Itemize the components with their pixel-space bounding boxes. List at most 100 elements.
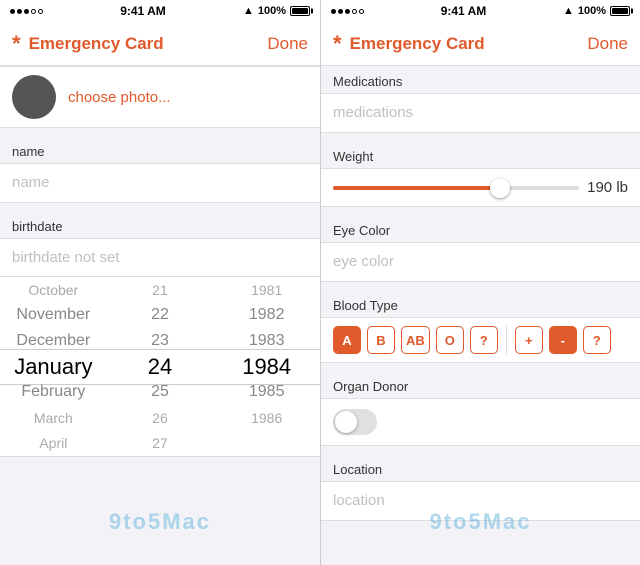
day-24: 24 xyxy=(107,354,214,380)
year-1981: 1981 xyxy=(213,277,320,303)
eye-color-label: Eye Color xyxy=(321,215,640,242)
weight-slider-row[interactable]: 190 lb xyxy=(321,168,640,207)
bt-divider xyxy=(506,326,507,354)
r-spacer-2 xyxy=(321,207,640,215)
name-section-label: name xyxy=(0,136,320,163)
date-picker[interactable]: October November December January Februa… xyxy=(0,277,320,457)
year-1983: 1983 xyxy=(213,328,320,354)
year-picker-col[interactable]: 1981 1982 1983 1984 1985 1986 xyxy=(213,277,320,456)
r-dot-2 xyxy=(338,9,343,14)
dot-1 xyxy=(10,9,15,14)
right-battery-pct: 100% xyxy=(578,5,606,17)
weight-label: Weight xyxy=(321,141,640,168)
r-spacer-5 xyxy=(321,446,640,454)
location-input-cell[interactable] xyxy=(321,481,640,521)
name-input-cell[interactable] xyxy=(0,163,320,203)
day-23: 23 xyxy=(107,328,214,354)
right-wifi-icon: ▲ xyxy=(563,5,574,17)
weight-value: 190 lb xyxy=(587,179,628,196)
right-status-bar: 9:41 AM ▲ 100% xyxy=(321,0,640,22)
organ-donor-toggle[interactable] xyxy=(333,409,377,435)
location-input[interactable] xyxy=(333,492,628,509)
medications-input[interactable] xyxy=(333,104,628,121)
r-spacer-3 xyxy=(321,282,640,290)
bt-A[interactable]: A xyxy=(333,326,361,354)
bt-B[interactable]: B xyxy=(367,326,395,354)
right-done-button[interactable]: Done xyxy=(587,34,628,54)
eye-color-input[interactable] xyxy=(333,253,628,270)
left-header-title: Emergency Card xyxy=(29,34,268,54)
r-dot-4 xyxy=(352,9,357,14)
toggle-knob xyxy=(335,411,357,433)
dot-4 xyxy=(31,9,36,14)
month-jan: January xyxy=(0,354,107,380)
weight-slider-fill xyxy=(333,186,500,190)
left-status-bar: 9:41 AM ▲ 100% xyxy=(0,0,320,22)
weight-unit: lb xyxy=(616,179,628,196)
bt-AB[interactable]: AB xyxy=(401,326,430,354)
right-time: 9:41 AM xyxy=(441,4,487,18)
year-empty xyxy=(213,431,320,457)
choose-photo-text[interactable]: choose photo... xyxy=(68,89,171,106)
day-25: 25 xyxy=(107,380,214,406)
right-app-header: * Emergency Card Done xyxy=(321,22,640,66)
battery-fill xyxy=(292,8,308,14)
eye-color-input-cell[interactable] xyxy=(321,242,640,282)
day-picker-col[interactable]: 21 22 23 24 25 26 27 xyxy=(107,277,214,456)
year-1985: 1985 xyxy=(213,380,320,406)
left-app-header: * Emergency Card Done xyxy=(0,22,320,66)
r-dot-5 xyxy=(359,9,364,14)
dot-2 xyxy=(17,9,22,14)
month-picker-col[interactable]: October November December January Februa… xyxy=(0,277,107,456)
weight-slider-thumb[interactable] xyxy=(490,178,510,198)
left-phone-panel: 9:41 AM ▲ 100% * Emergency Card Done cho… xyxy=(0,0,320,565)
birthdate-section-label: birthdate xyxy=(0,211,320,238)
blood-type-label: Blood Type xyxy=(321,290,640,317)
location-label: Location xyxy=(321,454,640,481)
year-1984: 1984 xyxy=(213,354,320,380)
bt-unknown2[interactable]: ? xyxy=(583,326,611,354)
year-1982: 1982 xyxy=(213,303,320,329)
month-oct: October xyxy=(0,277,107,303)
r-spacer-4 xyxy=(321,363,640,371)
medications-input-cell[interactable] xyxy=(321,93,640,133)
right-scroll-area: Medications Weight 190 lb Eye Color Bloo… xyxy=(321,66,640,565)
month-feb: February xyxy=(0,380,107,406)
photo-row[interactable]: choose photo... xyxy=(0,66,320,128)
left-done-button[interactable]: Done xyxy=(267,34,308,54)
bt-unknown1[interactable]: ? xyxy=(470,326,498,354)
right-battery-icon xyxy=(610,6,630,16)
right-battery-fill xyxy=(612,8,628,14)
left-battery-icon xyxy=(290,6,310,16)
left-scroll-area: choose photo... name birthdate birthdate… xyxy=(0,66,320,565)
blood-type-row: A B AB O ? + - ? xyxy=(321,317,640,363)
left-asterisk-icon: * xyxy=(12,31,21,57)
organ-donor-toggle-row[interactable] xyxy=(321,398,640,446)
day-27: 27 xyxy=(107,431,214,457)
avatar[interactable] xyxy=(12,75,56,119)
year-1986: 1986 xyxy=(213,405,320,431)
weight-slider-track[interactable] xyxy=(333,186,579,190)
month-mar: March xyxy=(0,405,107,431)
signal-strength xyxy=(10,9,43,14)
name-input[interactable] xyxy=(12,174,308,191)
dot-3 xyxy=(24,9,29,14)
wifi-icon: ▲ xyxy=(243,5,254,17)
day-26: 26 xyxy=(107,405,214,431)
birthdate-placeholder[interactable]: birthdate not set xyxy=(0,238,320,277)
spacer-1 xyxy=(0,128,320,136)
bt-O[interactable]: O xyxy=(436,326,464,354)
bt-plus[interactable]: + xyxy=(515,326,543,354)
right-status-right: ▲ 100% xyxy=(563,5,630,17)
left-time: 9:41 AM xyxy=(120,4,166,18)
r-dot-3 xyxy=(345,9,350,14)
day-22: 22 xyxy=(107,303,214,329)
organ-donor-label: Organ Donor xyxy=(321,371,640,398)
r-spacer-1 xyxy=(321,133,640,141)
left-status-right: ▲ 100% xyxy=(243,5,310,17)
spacer-2 xyxy=(0,203,320,211)
weight-number: 190 xyxy=(587,179,612,196)
right-phone-panel: 9:41 AM ▲ 100% * Emergency Card Done Med… xyxy=(320,0,640,565)
bt-minus[interactable]: - xyxy=(549,326,577,354)
right-signal-strength xyxy=(331,9,364,14)
